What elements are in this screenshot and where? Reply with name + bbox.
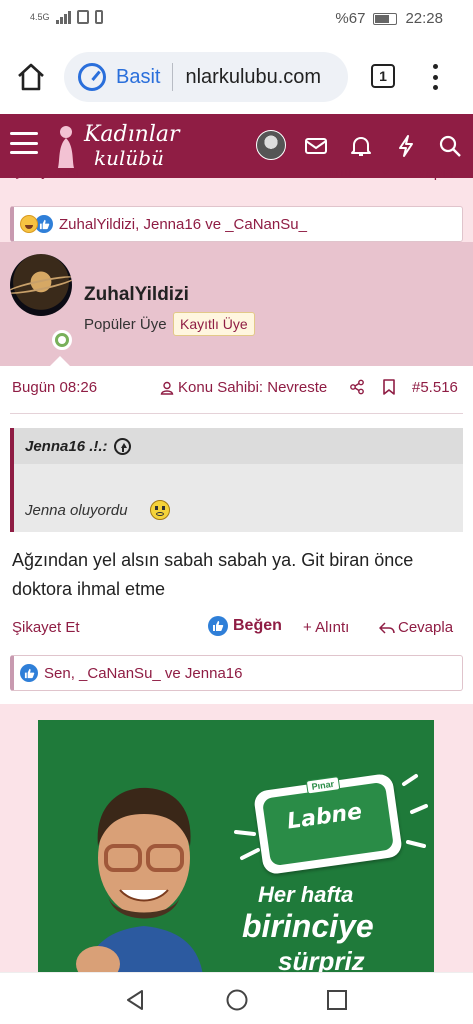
signal-icon (55, 10, 71, 24)
reactions-text: ZuhalYildizi, Jenna16 ve _CaNanSu_ (59, 215, 307, 233)
user-badge: Kayıtlı Üye (173, 312, 255, 336)
battery-percent: %67 (335, 10, 366, 27)
quote-author[interactable]: Jenna16 .!.: (25, 438, 131, 455)
url-text[interactable]: nlarkulubu.com (185, 66, 321, 89)
network-label: 4.5G (30, 12, 50, 22)
post-reactions[interactable]: Sen, _CaNanSu_ ve Jenna16 (10, 655, 463, 691)
status-bar: 4.5G %67 22:28 (0, 0, 473, 38)
laugh-emoji-icon (20, 215, 38, 233)
site-logo[interactable]: Kadınlar kulübü (54, 120, 184, 172)
user-icon (160, 381, 174, 395)
post-actions: Şikayet Et Beğen + Alıntı Cevapla (0, 616, 473, 640)
logo-text-line1: Kadınlar (84, 122, 180, 147)
report-link[interactable]: Şikayet Et (12, 170, 80, 180)
user-title: Popüler Üye (84, 316, 167, 333)
like-icon (208, 616, 228, 636)
system-navigation-bar (0, 972, 473, 1024)
previous-post-reactions[interactable]: ZuhalYildizi, Jenna16 ve _CaNanSu_ (10, 206, 463, 242)
lightning-icon[interactable] (392, 132, 420, 160)
thread-owner-label: Konu Sahibi: Nevreste (178, 379, 328, 396)
home-icon[interactable] (14, 62, 48, 92)
account-avatar[interactable] (256, 130, 286, 160)
post-meta: Bugün 08:26 Konu Sahibi: Nevreste #5.516 (0, 376, 473, 398)
reply-link[interactable]: Cevapla (379, 619, 453, 636)
bookmark-icon[interactable] (382, 379, 396, 395)
logo-text-line2: kulübü (94, 146, 164, 170)
battery-icon (373, 12, 398, 25)
thread-owner: Konu Sahibi: Nevreste (160, 379, 327, 396)
more-menu-icon[interactable] (430, 64, 440, 90)
reaction-icons (20, 664, 38, 682)
search-icon[interactable] (436, 132, 464, 160)
advertisement-banner[interactable]: Pınar Labne Her hafta birinciye sürpriz (38, 720, 434, 972)
username[interactable]: ZuhalYildizi (84, 284, 189, 306)
reply-label: Cevapla (398, 619, 454, 636)
reactions-text: Sen, _CaNanSu_ ve Jenna16 (44, 664, 243, 682)
quote-link[interactable]: + Alıntı (303, 619, 349, 636)
like-button[interactable]: Beğen (208, 616, 282, 636)
quote-author-name: Jenna16 .!.: (25, 438, 108, 455)
ad-headline-1: Her hafta (258, 882, 354, 907)
reply-link[interactable]: ↶ Cevapla (382, 170, 454, 181)
online-status-icon (52, 330, 72, 350)
clock: 22:28 (405, 10, 443, 27)
share-icon[interactable] (349, 379, 365, 395)
divider (172, 63, 174, 91)
quote-link[interactable]: + Alıntı (306, 170, 352, 180)
browser-toolbar: Basit nlarkulubu.com 1 (0, 38, 473, 114)
jump-to-quote-icon[interactable] (113, 438, 131, 455)
home-circle-icon[interactable] (225, 988, 249, 1012)
address-bar[interactable]: Basit nlarkulubu.com (64, 52, 348, 102)
report-link[interactable]: Şikayet Et (12, 619, 80, 636)
like-label: Beğen (233, 617, 282, 634)
tab-switcher-button[interactable]: 1 (371, 64, 395, 88)
ad-person-illustration (76, 787, 203, 972)
ad-headline-2: birinciye (242, 908, 374, 944)
like-reaction-icon (20, 664, 38, 682)
speed-mode-icon (78, 63, 106, 91)
nfc-icon (76, 10, 89, 24)
smiley-emoji-icon (150, 500, 170, 520)
reply-label: Cevapla (398, 170, 454, 181)
bell-icon[interactable] (347, 132, 375, 160)
ad-headline-3: sürpriz (278, 946, 365, 972)
quote-text: Jenna oluyordu (25, 502, 128, 519)
post-author-header (0, 242, 473, 366)
logo-figure-icon (58, 126, 74, 168)
vibrate-icon (94, 10, 103, 24)
user-avatar[interactable] (10, 254, 72, 316)
simple-mode-label[interactable]: Basit (116, 66, 160, 89)
post-message: Ağzından yel alsın sabah sabah ya. Git b… (12, 550, 414, 599)
previous-post-actions: Şikayet Et + Alıntı ↶ Cevapla (0, 170, 473, 192)
post-time[interactable]: Bugün 08:26 (12, 379, 97, 396)
header-pointer (48, 356, 72, 368)
reaction-icons (20, 215, 53, 233)
back-icon[interactable] (124, 989, 146, 1011)
divider (10, 413, 463, 414)
site-header: Kadınlar kulübü (0, 114, 473, 178)
post-number[interactable]: #5.516 (412, 379, 458, 396)
avatar-planet-ring (10, 272, 72, 298)
hamburger-menu-icon[interactable] (10, 132, 38, 154)
recents-icon[interactable] (326, 989, 348, 1011)
reply-icon (379, 621, 395, 634)
mail-icon[interactable] (302, 132, 330, 160)
